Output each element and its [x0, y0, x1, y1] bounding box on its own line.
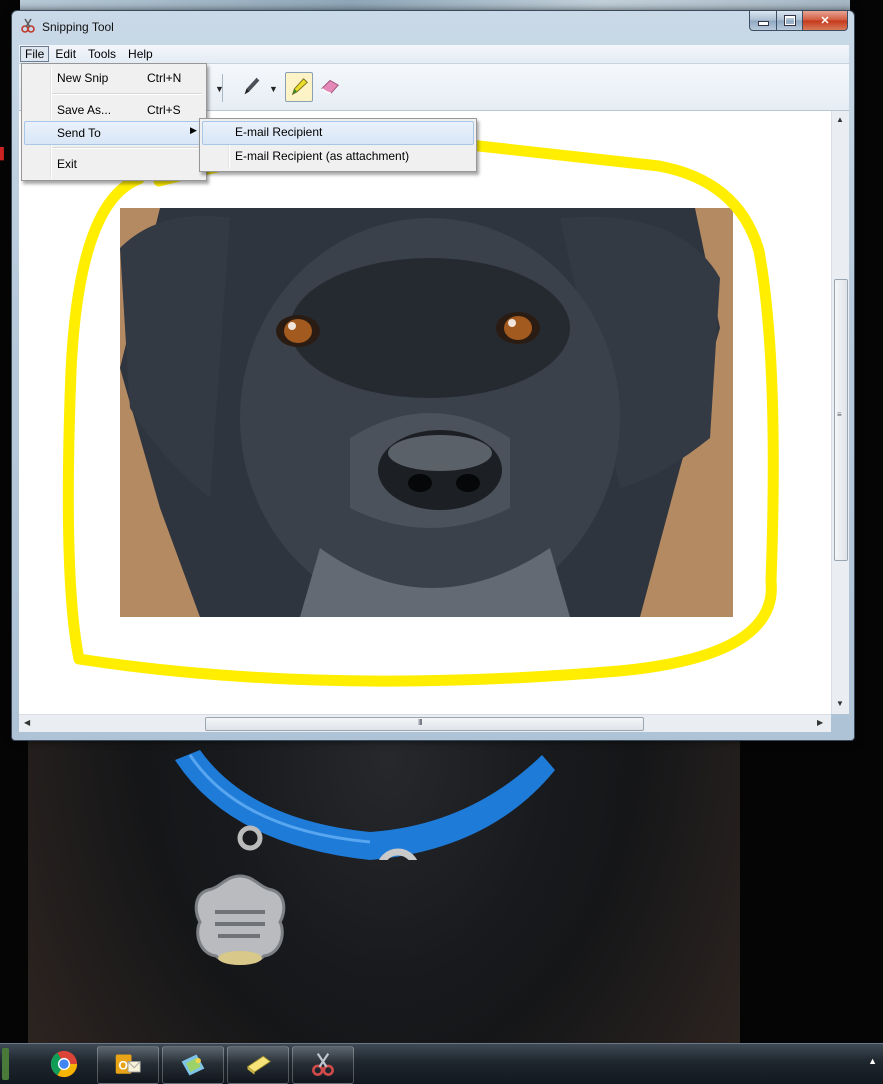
taskbar-sticky-notes[interactable]	[227, 1046, 289, 1084]
menu-edit[interactable]: Edit	[49, 46, 82, 62]
dog-collar-image	[170, 750, 560, 892]
vertical-scroll-thumb[interactable]: ≡	[834, 279, 848, 561]
snipping-tool-app-icon	[20, 18, 36, 34]
vertical-grip-icon: ≡	[837, 410, 842, 419]
scroll-left-icon[interactable]: ◀	[24, 718, 30, 727]
menu-item-label: E-mail Recipient (as attachment)	[235, 149, 410, 163]
window-title: Snipping Tool	[42, 20, 114, 34]
snipping-tool-icon	[312, 1053, 334, 1076]
taskbar-paint[interactable]	[162, 1046, 224, 1084]
eraser-icon	[320, 79, 339, 94]
send-to-submenu: E-mail Recipient E-mail Recipient (as at…	[199, 118, 477, 172]
pen-icon	[244, 77, 260, 95]
taskbar-snipping-tool[interactable]	[292, 1046, 354, 1084]
close-icon: ✕	[820, 15, 830, 27]
pen-tool-button[interactable]	[239, 72, 265, 100]
file-menu-dropdown: New Snip Ctrl+N Save As... Ctrl+S Send T…	[21, 63, 207, 181]
menu-item-shortcut: Ctrl+S	[147, 103, 181, 117]
outlook-icon: O	[115, 1054, 141, 1074]
taskbar-outlook[interactable]: O	[97, 1046, 159, 1084]
menu-bar: File Edit Tools Help	[19, 45, 849, 64]
title-bar[interactable]: Snipping Tool ✕	[12, 11, 854, 41]
menu-item-email-attachment[interactable]: E-mail Recipient (as attachment)	[202, 145, 472, 167]
maximize-icon	[783, 15, 796, 26]
chrome-icon	[50, 1050, 78, 1078]
menu-item-exit[interactable]: Exit	[24, 153, 204, 175]
menu-separator	[52, 147, 202, 149]
menu-separator	[52, 93, 202, 95]
taskbar-chrome[interactable]	[34, 1046, 94, 1082]
start-button-edge[interactable]	[2, 1048, 9, 1080]
highlighter-tool-button[interactable]	[285, 72, 313, 102]
snip-canvas[interactable]	[19, 111, 831, 714]
svg-text:O: O	[118, 1058, 128, 1072]
paint-icon	[181, 1054, 205, 1076]
horizontal-grip-icon: III	[418, 718, 423, 727]
menu-item-email-recipient[interactable]: E-mail Recipient	[202, 121, 474, 145]
show-hidden-icons-button[interactable]: ▲	[868, 1056, 877, 1066]
menu-item-label: E-mail Recipient	[235, 125, 323, 139]
menu-item-label: New Snip	[57, 71, 109, 85]
pen-dropdown-icon[interactable]: ▼	[269, 84, 278, 94]
menu-item-save-as[interactable]: Save As... Ctrl+S	[24, 99, 204, 121]
menu-item-label: Save As...	[57, 103, 112, 117]
dog-tag-image	[190, 872, 290, 968]
desktop-edge-mark: ▌	[0, 148, 8, 160]
highlighter-icon	[291, 78, 308, 96]
menu-item-label: Exit	[57, 157, 78, 171]
menu-item-label: Send To	[57, 126, 101, 140]
menu-item-shortcut: Ctrl+N	[147, 71, 182, 85]
menu-help[interactable]: Help	[122, 46, 159, 62]
menu-file[interactable]: File	[20, 46, 50, 62]
maximize-button[interactable]	[777, 11, 803, 31]
scroll-right-icon[interactable]: ▶	[817, 718, 823, 727]
toolbar-separator	[222, 74, 223, 102]
snipped-dog-image	[120, 208, 733, 617]
eraser-tool-button[interactable]	[317, 72, 343, 100]
minimize-button[interactable]	[749, 11, 777, 31]
sticky-notes-icon	[246, 1055, 272, 1075]
horizontal-scrollbar[interactable]: ◀ III ▶	[19, 714, 831, 732]
close-button[interactable]: ✕	[803, 11, 848, 31]
vertical-scrollbar[interactable]: ▲ ≡ ▼	[831, 111, 849, 714]
menu-tools[interactable]: Tools	[82, 46, 122, 62]
scroll-down-icon[interactable]: ▼	[836, 699, 844, 708]
menu-item-send-to[interactable]: Send To ▶	[24, 121, 206, 145]
horizontal-scroll-thumb[interactable]: III	[205, 717, 644, 731]
window-controls: ✕	[749, 11, 848, 31]
taskbar: O ▲	[0, 1043, 883, 1084]
minimize-icon	[757, 21, 769, 26]
submenu-arrow-icon: ▶	[190, 125, 197, 135]
scroll-up-icon[interactable]: ▲	[836, 115, 844, 124]
menu-item-new-snip[interactable]: New Snip Ctrl+N	[24, 67, 204, 89]
